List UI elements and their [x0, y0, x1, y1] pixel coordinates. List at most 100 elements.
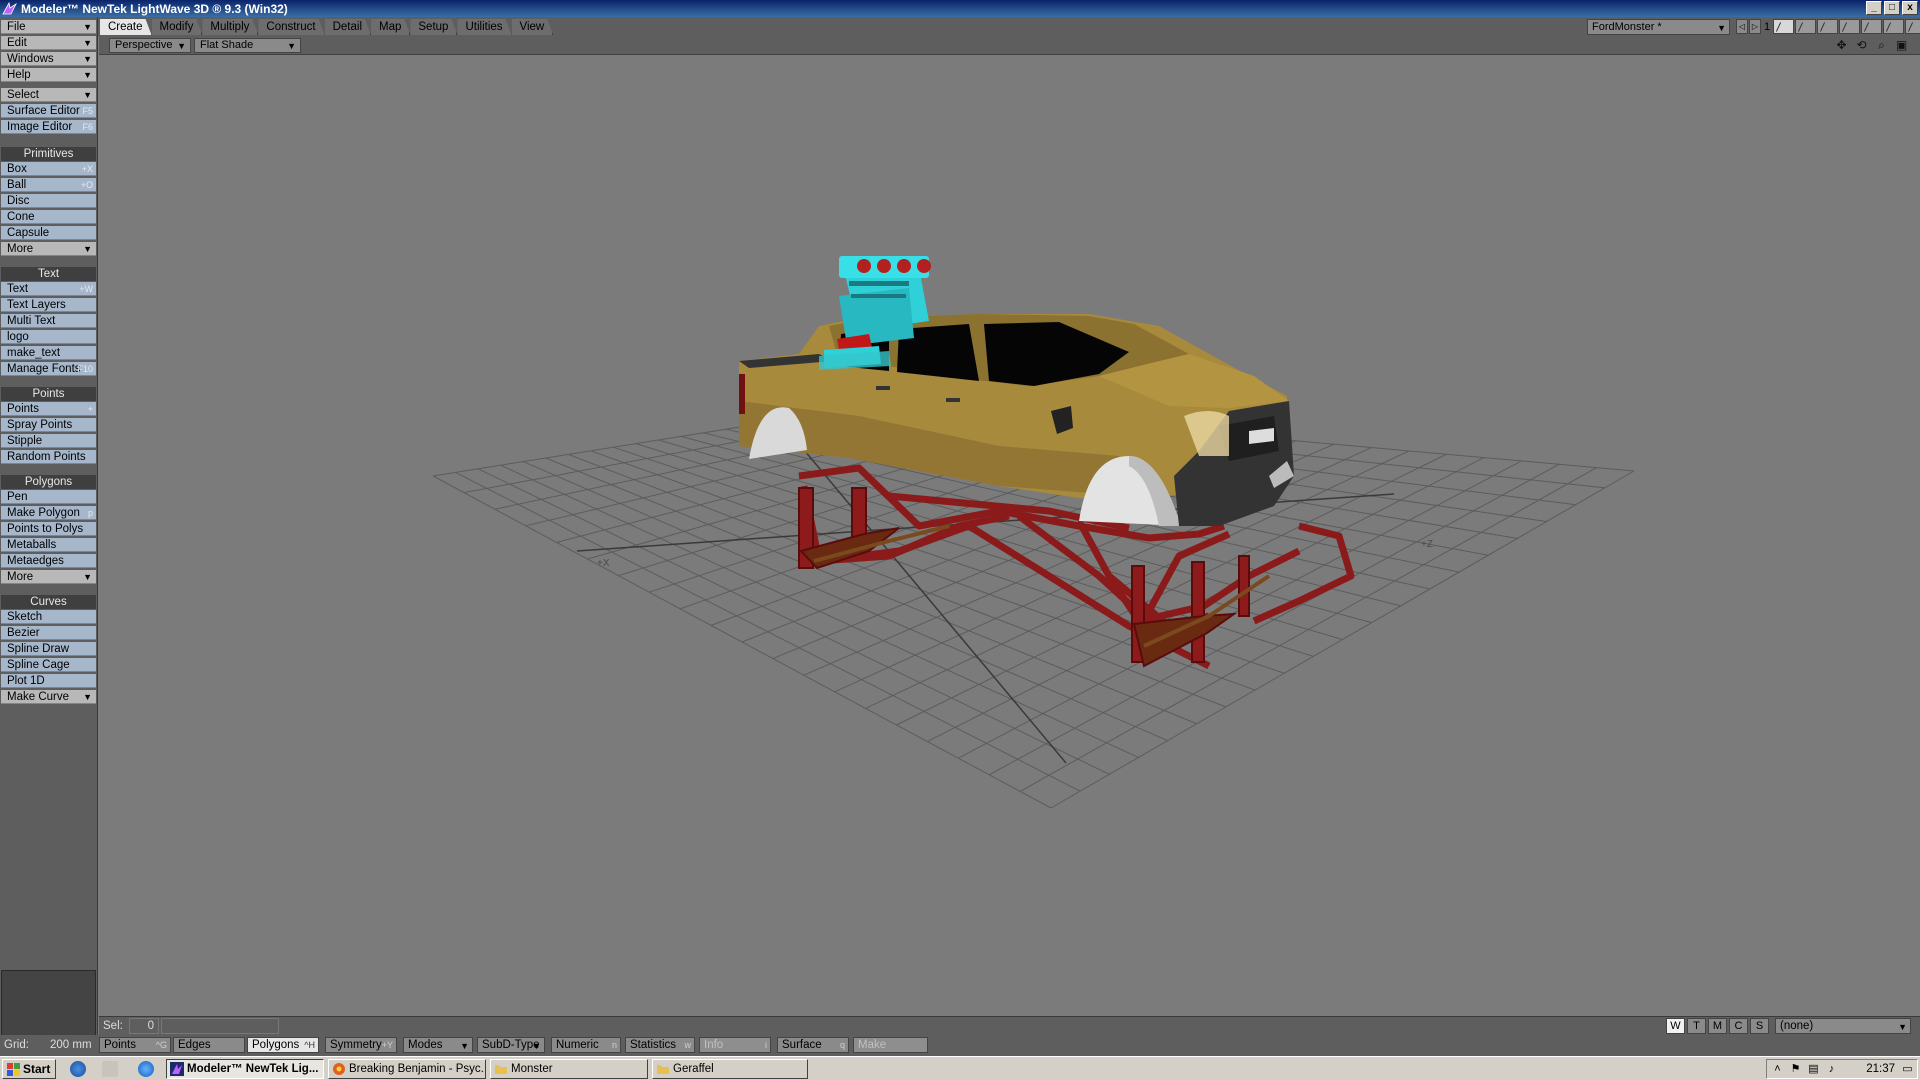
maximize-viewport-icon[interactable]: ▣ — [1893, 38, 1910, 53]
layer-slot-2[interactable] — [1795, 19, 1816, 34]
numeric-button[interactable]: Numeric n — [551, 1037, 621, 1053]
tab-create[interactable]: Create — [100, 19, 152, 35]
ball-tool[interactable]: Ball +O — [1, 178, 96, 192]
quicklaunch-ie-icon[interactable] — [138, 1061, 154, 1077]
primitives-more-menu[interactable]: More ▼ — [1, 242, 96, 256]
file-menu[interactable]: File ▼ — [1, 20, 96, 34]
start-button[interactable]: Start — [2, 1059, 56, 1079]
layer-slot-5[interactable] — [1861, 19, 1882, 34]
polygons-header: Polygons — [1, 475, 96, 489]
cone-tool[interactable]: Cone — [1, 210, 96, 224]
modes-menu[interactable]: Modes ▼ — [403, 1037, 473, 1053]
flag-icon[interactable]: ⚑ — [1789, 1063, 1802, 1075]
axis-label-z: +Z — [1421, 539, 1433, 550]
subd-type-menu[interactable]: SubD-Type ▼ — [477, 1037, 545, 1053]
bezier-tool[interactable]: Bezier — [1, 626, 96, 640]
capsule-tool[interactable]: Capsule — [1, 226, 96, 240]
disc-tool[interactable]: Disc — [1, 194, 96, 208]
logo-tool[interactable]: logo — [1, 330, 96, 344]
layer-prev-button[interactable]: ◁ — [1736, 19, 1748, 34]
volume-icon[interactable]: ♪ — [1825, 1063, 1838, 1075]
box-tool-label: Box — [7, 163, 27, 175]
multi-text-tool[interactable]: Multi Text — [1, 314, 96, 328]
network-icon[interactable]: ▤ — [1807, 1063, 1820, 1075]
tab-construct[interactable]: Construct — [258, 19, 324, 35]
text-tool[interactable]: Text +W — [1, 282, 96, 296]
make-text-tool[interactable]: make_text — [1, 346, 96, 360]
task-folder-geraffel[interactable]: Geraffel — [652, 1059, 808, 1079]
sketch-tool[interactable]: Sketch — [1, 610, 96, 624]
layer-slot-6[interactable] — [1883, 19, 1904, 34]
random-points-tool[interactable]: Random Points — [1, 450, 96, 464]
layer-next-button[interactable]: ▷ — [1749, 19, 1761, 34]
rotate-icon[interactable]: ⟲ — [1853, 38, 1870, 53]
close-button[interactable]: x — [1902, 1, 1918, 15]
task-media-player[interactable]: Breaking Benjamin - Psyc... — [328, 1059, 486, 1079]
maximize-button[interactable]: □ — [1884, 1, 1900, 15]
info-button[interactable]: Info i — [699, 1037, 771, 1053]
layer-slot-7[interactable] — [1905, 19, 1920, 34]
layer-slot-3[interactable] — [1817, 19, 1838, 34]
vmap-selector[interactable]: (none) ▼ — [1775, 1018, 1911, 1034]
tab-modify[interactable]: Modify — [152, 19, 203, 35]
surface-editor-button[interactable]: Surface Editor F5 — [1, 104, 96, 118]
make-polygon-button[interactable]: Make Polygon p — [1, 506, 96, 520]
vmap-s-button[interactable]: S — [1750, 1018, 1769, 1034]
metaballs-tool[interactable]: Metaballs — [1, 538, 96, 552]
image-editor-button[interactable]: Image Editor F6 — [1, 120, 96, 134]
statistics-button[interactable]: Statistics w — [625, 1037, 695, 1053]
tab-multiply[interactable]: Multiply — [202, 19, 258, 35]
help-menu[interactable]: Help ▼ — [1, 68, 96, 82]
tab-setup[interactable]: Setup — [410, 19, 457, 35]
pan-icon[interactable]: ✥ — [1833, 38, 1850, 53]
spline-draw-tool[interactable]: Spline Draw — [1, 642, 96, 656]
make-curve-menu[interactable]: Make Curve ▼ — [1, 690, 96, 704]
pen-tool[interactable]: Pen — [1, 490, 96, 504]
tab-detail[interactable]: Detail — [325, 19, 371, 35]
text-layers-tool[interactable]: Text Layers — [1, 298, 96, 312]
points-mode-button[interactable]: Points ^G — [99, 1037, 171, 1053]
polygons-mode-button[interactable]: Polygons ^H — [247, 1037, 319, 1053]
layer-slot-4[interactable] — [1839, 19, 1860, 34]
edges-mode-button[interactable]: Edges — [173, 1037, 245, 1053]
symmetry-button[interactable]: Symmetry +Y — [325, 1037, 397, 1053]
polygons-more-menu[interactable]: More ▼ — [1, 570, 96, 584]
perspective-viewport[interactable]: +X +Z — [99, 56, 1920, 1016]
quicklaunch-desktop-icon[interactable] — [102, 1061, 118, 1077]
select-menu[interactable]: Select ▼ — [1, 88, 96, 102]
points-tool-label: Points — [7, 403, 39, 415]
spray-points-tool[interactable]: Spray Points — [1, 418, 96, 432]
chevron-up-icon[interactable]: ˄ — [1771, 1063, 1784, 1075]
layer-slot-1[interactable] — [1773, 19, 1794, 34]
spline-cage-tool[interactable]: Spline Cage — [1, 658, 96, 672]
view-type-selector[interactable]: Perspective ▼ — [109, 38, 191, 53]
vmap-c-button[interactable]: C — [1729, 1018, 1748, 1034]
task-label: Breaking Benjamin - Psyc... — [349, 1063, 486, 1075]
quicklaunch-browser-icon[interactable] — [70, 1061, 86, 1077]
make-button[interactable]: Make — [853, 1037, 928, 1053]
vmap-w-button[interactable]: W — [1666, 1018, 1685, 1034]
plot-1d-tool[interactable]: Plot 1D — [1, 674, 96, 688]
minimize-button[interactable]: _ — [1866, 1, 1882, 15]
edit-menu[interactable]: Edit ▼ — [1, 36, 96, 50]
zoom-icon[interactable]: ⌕ — [1873, 38, 1890, 53]
show-desktop-icon[interactable]: ▭ — [1901, 1063, 1914, 1075]
tab-map[interactable]: Map — [371, 19, 410, 35]
render-mode-selector[interactable]: Flat Shade ▼ — [194, 38, 301, 53]
stipple-tool[interactable]: Stipple — [1, 434, 96, 448]
points-to-polys-tool[interactable]: Points to Polys — [1, 522, 96, 536]
task-modeler[interactable]: Modeler™ NewTek Lig... — [166, 1059, 324, 1079]
tab-utilities[interactable]: Utilities — [457, 19, 511, 35]
box-tool[interactable]: Box +X — [1, 162, 96, 176]
object-selector[interactable]: FordMonster * ▼ — [1587, 19, 1730, 35]
points-tool[interactable]: Points + — [1, 402, 96, 416]
surface-button[interactable]: Surface q — [777, 1037, 849, 1053]
task-folder-monster[interactable]: Monster — [490, 1059, 648, 1079]
manage-fonts-button[interactable]: Manage Fonts F10 — [1, 362, 96, 376]
windows-menu[interactable]: Windows ▼ — [1, 52, 96, 66]
tab-view[interactable]: View — [512, 19, 554, 35]
vmap-t-button[interactable]: T — [1687, 1018, 1706, 1034]
system-tray: ˄ ⚑ ▤ ♪ 21:37 ▭ — [1766, 1059, 1918, 1079]
vmap-m-button[interactable]: M — [1708, 1018, 1727, 1034]
metaedges-tool[interactable]: Metaedges — [1, 554, 96, 568]
